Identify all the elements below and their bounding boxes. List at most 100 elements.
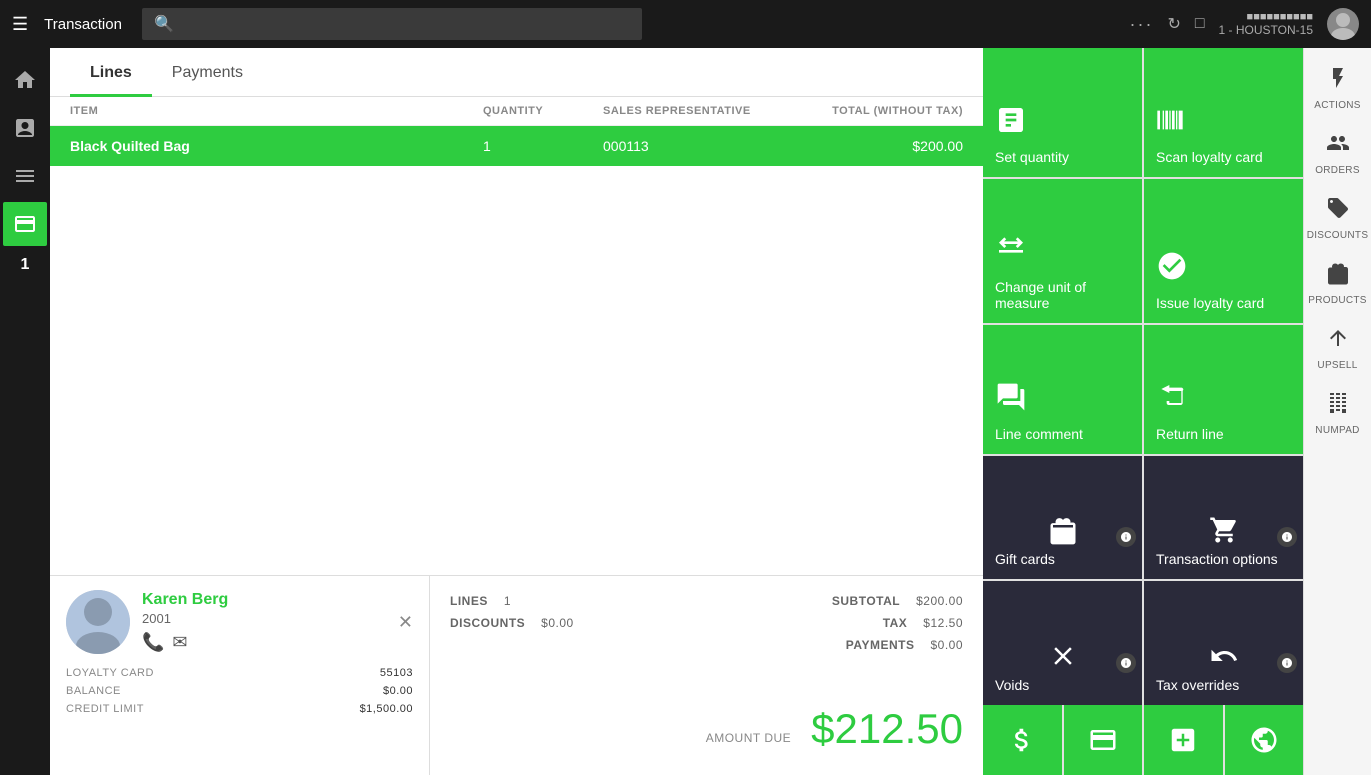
avatar[interactable] <box>1327 8 1359 40</box>
transaction-count: 1 <box>21 256 30 274</box>
sidebar-item-menu[interactable] <box>3 154 47 198</box>
tile-scan-loyalty[interactable]: Scan loyalty card <box>1144 48 1303 177</box>
col-quantity: QUANTITY <box>483 105 603 117</box>
sidebar-item-actions[interactable]: ACTIONS <box>1304 56 1371 121</box>
amount-due-value: $212.50 <box>811 705 963 753</box>
col-total: TOTAL (WITHOUT TAX) <box>783 105 963 117</box>
checkout-button[interactable] <box>1144 705 1223 775</box>
username: ■■■■■■■■■■ <box>1219 11 1313 23</box>
more-options-icon[interactable]: ··· <box>1129 14 1153 35</box>
tile-label: Tax overrides <box>1156 677 1291 693</box>
phone-icon[interactable]: 📞 <box>142 632 164 653</box>
credit-limit-value: $1,500.00 <box>360 703 413 715</box>
actions-icon <box>1326 66 1350 96</box>
tile-label: Transaction options <box>1156 551 1291 567</box>
web-button[interactable] <box>1225 705 1304 775</box>
payments-label: PAYMENTS <box>846 638 915 652</box>
summary-row-3: PAYMENTS $0.00 <box>450 634 963 656</box>
table-row[interactable]: Black Quilted Bag 1 000113 $200.00 <box>50 126 983 166</box>
tab-lines[interactable]: Lines <box>70 48 152 97</box>
loyalty-card-label: LOYALTY CARD <box>66 667 154 679</box>
menu-icon[interactable]: ☰ <box>12 14 28 35</box>
search-bar[interactable]: 🔍 <box>142 8 642 40</box>
tile-voids[interactable]: Voids <box>983 581 1142 705</box>
tile-issue-loyalty[interactable]: Issue loyalty card <box>1144 179 1303 324</box>
subtotal-summary: SUBTOTAL $200.00 <box>832 590 963 612</box>
far-right-sidebar: ACTIONS ORDERS DISCOUNTS PRODUCTS UPSELL <box>1303 48 1371 775</box>
close-customer-button[interactable]: ✕ <box>398 612 413 633</box>
tile-return-line[interactable]: Return line <box>1144 325 1303 454</box>
tile-tax-overrides[interactable]: Tax overrides <box>1144 581 1303 705</box>
sidebar-item-transaction[interactable] <box>3 202 47 246</box>
customer-details: LOYALTY CARD 55103 BALANCE $0.00 CREDIT … <box>66 664 413 718</box>
tax-icon <box>1156 641 1291 671</box>
numpad-label: NUMPAD <box>1315 425 1359 436</box>
gift-icon <box>995 515 1130 545</box>
notification-icon[interactable]: □ <box>1195 15 1205 33</box>
badge-icon <box>1116 653 1136 673</box>
payments-value: $0.00 <box>930 638 963 652</box>
tile-line-comment[interactable]: Line comment <box>983 325 1142 454</box>
tab-payments[interactable]: Payments <box>152 48 263 97</box>
subtotal-value: $200.00 <box>916 594 963 608</box>
col-sales-rep: SALES REPRESENTATIVE <box>603 105 783 117</box>
sidebar-item-orders[interactable]: ORDERS <box>1304 121 1371 186</box>
discounts-summary: DISCOUNTS $0.00 <box>450 612 574 634</box>
summary-left: LINES 1 <box>450 590 511 612</box>
discounts-label: DISCOUNTS <box>450 616 525 630</box>
measure-icon <box>995 234 1130 273</box>
col-item: ITEM <box>70 105 483 117</box>
email-icon[interactable]: ✉ <box>172 632 187 653</box>
sidebar-item-upsell[interactable]: UPSELL <box>1304 316 1371 381</box>
sidebar-item-discounts[interactable]: DISCOUNTS <box>1304 186 1371 251</box>
issue-icon <box>1156 250 1291 289</box>
customer-info: Karen Berg 2001 📞 ✉ ✕ LOYALTY CARD 55103 <box>50 576 430 775</box>
tax-summary: TAX $12.50 <box>883 612 963 634</box>
sidebar-item-numpad[interactable]: NUMPAD <box>1304 381 1371 446</box>
badge-icon <box>1277 653 1297 673</box>
amount-due-row: AMOUNT DUE $212.50 <box>450 697 963 761</box>
card-button[interactable] <box>1064 705 1143 775</box>
tile-set-quantity[interactable]: Set quantity <box>983 48 1142 177</box>
orders-label: ORDERS <box>1315 165 1360 176</box>
customer-avatar <box>66 590 130 654</box>
tile-change-unit[interactable]: Change unit of measure <box>983 179 1142 324</box>
tile-label: Change unit of measure <box>995 279 1130 311</box>
topbar-right: ··· ↻ □ ■■■■■■■■■■ 1 - HOUSTON-15 <box>1129 8 1359 40</box>
bottom-action-bar <box>983 705 1303 775</box>
customer-top: Karen Berg 2001 📞 ✉ ✕ <box>66 590 413 654</box>
void-icon <box>995 641 1130 671</box>
credit-limit-label: CREDIT LIMIT <box>66 703 144 715</box>
loyalty-card-value: 55103 <box>380 667 413 679</box>
scan-icon <box>1156 104 1291 143</box>
payments-summary: PAYMENTS $0.00 <box>846 634 963 656</box>
lines-label: LINES <box>450 594 488 608</box>
app-title: Transaction <box>44 16 122 33</box>
summary-rows: LINES 1 SUBTOTAL $200.00 <box>450 590 963 697</box>
sidebar-item-products[interactable]: PRODUCTS <box>1304 251 1371 316</box>
summary-row-1: LINES 1 SUBTOTAL $200.00 <box>450 590 963 612</box>
item-quantity: 1 <box>483 138 603 154</box>
upsell-label: UPSELL <box>1317 360 1357 371</box>
tile-transaction-options[interactable]: Transaction options <box>1144 456 1303 580</box>
left-sidebar: 1 <box>0 48 50 775</box>
discounts-value: $0.00 <box>541 616 574 630</box>
cash-button[interactable] <box>983 705 1062 775</box>
customer-id: 2001 <box>142 611 386 626</box>
lines-value: 1 <box>504 594 511 608</box>
sidebar-item-products[interactable] <box>3 106 47 150</box>
customer-name: Karen Berg <box>142 591 386 609</box>
return-icon <box>1156 381 1291 420</box>
sidebar-item-home[interactable] <box>3 58 47 102</box>
transaction-table: ITEM QUANTITY SALES REPRESENTATIVE TOTAL… <box>50 97 983 575</box>
amount-due-label: AMOUNT DUE <box>706 731 791 753</box>
item-sales-rep: 000113 <box>603 138 783 154</box>
tile-label: Voids <box>995 677 1130 693</box>
loyalty-card-row: LOYALTY CARD 55103 <box>66 664 413 682</box>
table-header: ITEM QUANTITY SALES REPRESENTATIVE TOTAL… <box>50 97 983 126</box>
tile-gift-cards[interactable]: Gift cards <box>983 456 1142 580</box>
item-total: $200.00 <box>783 138 963 154</box>
quantity-icon <box>995 104 1130 143</box>
summary-right: SUBTOTAL $200.00 <box>832 590 963 612</box>
refresh-icon[interactable]: ↻ <box>1167 14 1180 34</box>
